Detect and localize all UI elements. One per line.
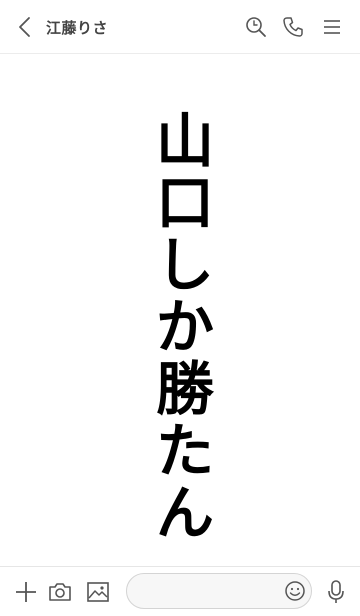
chat-background: 山 口 し か 勝 た ん xyxy=(0,54,360,566)
image-button[interactable] xyxy=(84,578,112,606)
smiley-icon xyxy=(285,581,305,601)
camera-icon xyxy=(49,583,71,601)
contact-name: 江藤りさ xyxy=(46,19,109,37)
message-character: ん xyxy=(155,479,214,547)
call-button[interactable] xyxy=(278,12,308,42)
hamburger-menu-icon xyxy=(324,20,340,34)
back-button[interactable] xyxy=(10,12,40,42)
message-character: 口 xyxy=(155,169,214,237)
plus-icon xyxy=(16,582,36,602)
search-icon xyxy=(246,17,266,37)
image-icon xyxy=(87,582,109,602)
voice-button[interactable] xyxy=(322,578,350,606)
menu-button[interactable] xyxy=(317,12,347,42)
message-character: 勝 xyxy=(155,355,214,423)
phone-icon xyxy=(283,17,303,37)
add-button[interactable] xyxy=(12,578,40,606)
search-button[interactable] xyxy=(241,12,271,42)
chevron-left-icon xyxy=(19,17,30,37)
message-field xyxy=(126,573,312,609)
message-character: か xyxy=(155,293,214,361)
message-character: 山 xyxy=(155,107,214,175)
message-character: た xyxy=(155,417,214,485)
message-input[interactable] xyxy=(137,580,281,604)
vertical-message-text: 山 口 し か 勝 た ん xyxy=(150,110,220,544)
microphone-icon xyxy=(328,580,344,603)
message-input-bar xyxy=(0,566,360,616)
message-character: し xyxy=(155,231,214,299)
camera-button[interactable] xyxy=(46,578,74,606)
chat-header: 江藤りさ xyxy=(0,0,360,54)
emoji-button[interactable] xyxy=(283,579,307,603)
